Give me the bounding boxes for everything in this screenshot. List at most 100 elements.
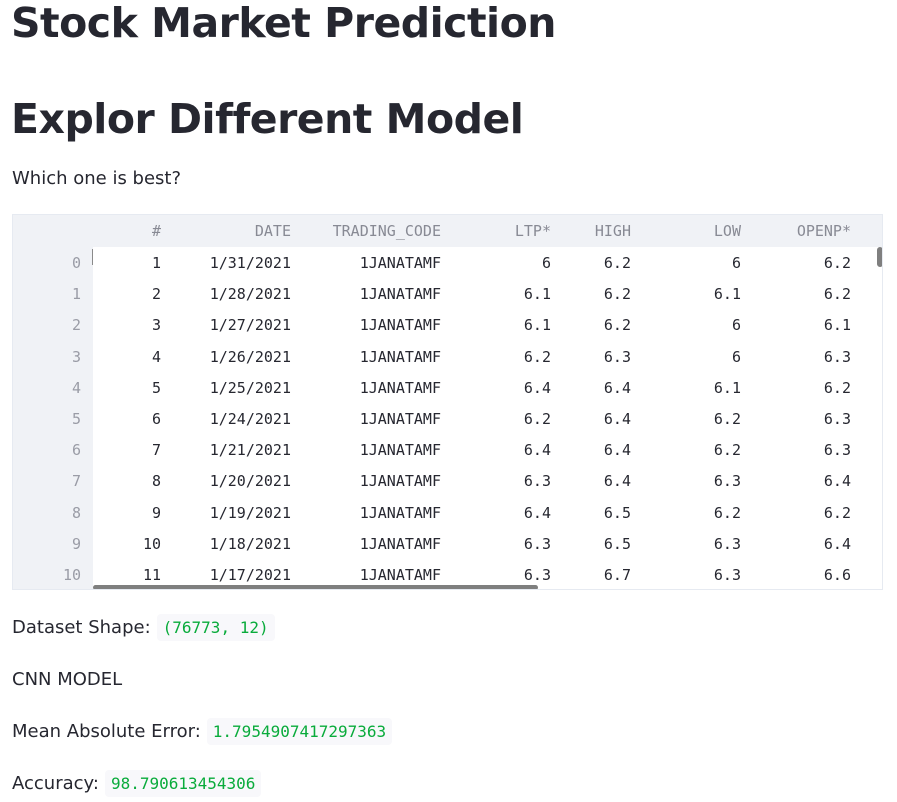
table-cell[interactable]: 9	[152, 498, 161, 529]
table-cell[interactable]: 6.1	[824, 310, 851, 341]
table-cell[interactable]: 1/19/2021	[210, 498, 291, 529]
table-header	[13, 215, 882, 247]
table-cell[interactable]: 11	[143, 560, 161, 589]
column-header[interactable]: DATE	[255, 216, 291, 247]
column-header[interactable]: LTP*	[515, 216, 551, 247]
table-cell[interactable]: 1/18/2021	[210, 529, 291, 560]
row-index: 9	[71, 534, 81, 553]
row-index: 5	[71, 410, 81, 428]
table-cell[interactable]: 6.4	[604, 404, 631, 435]
table-cell[interactable]: 1JANATAMF	[360, 435, 441, 466]
table-cell[interactable]: 6.6	[824, 560, 851, 589]
table-cell[interactable]: 4	[152, 342, 161, 373]
table-cell[interactable]: 6	[732, 342, 741, 373]
table-cell[interactable]: 6.4	[524, 498, 551, 529]
table-cell[interactable]: 6.4	[604, 373, 631, 404]
table-cell[interactable]: 6.4	[524, 373, 551, 404]
table-cell[interactable]: 6	[732, 310, 741, 341]
vertical-scrollbar[interactable]	[877, 247, 882, 267]
table-cell[interactable]: 1/31/2021	[210, 248, 291, 279]
table-cell[interactable]: 1/21/2021	[210, 435, 291, 466]
table-cell[interactable]: 6.3	[824, 435, 851, 466]
table-cell[interactable]: 1JANATAMF	[360, 560, 441, 589]
mae-line: Mean Absolute Error: 1.7954907417297363	[12, 718, 393, 745]
table-cell[interactable]: 6.3	[524, 529, 551, 560]
accuracy-line: Accuracy: 98.790613454306	[12, 770, 262, 797]
table-cell[interactable]: 6.4	[824, 529, 851, 560]
table-cell[interactable]: 1JANATAMF	[360, 529, 441, 560]
table-cell[interactable]: 6.2	[714, 404, 741, 435]
table-cell[interactable]: 6.2	[714, 435, 741, 466]
table-cell[interactable]: 1/27/2021	[210, 310, 291, 341]
table-cell[interactable]: 6.3	[824, 342, 851, 373]
table-cell[interactable]: 6.2	[604, 310, 631, 341]
table-cell[interactable]: 6.5	[604, 529, 631, 560]
table-cell[interactable]: 6.2	[524, 404, 551, 435]
table-cell[interactable]: 1JANATAMF	[360, 404, 441, 435]
row-index: 2	[71, 316, 81, 335]
table-cell[interactable]: 1JANATAMF	[360, 248, 441, 279]
dataset-shape-value: (76773, 12)	[156, 614, 275, 641]
table-cell[interactable]: 6.4	[604, 435, 631, 466]
table-cell[interactable]: 6.3	[604, 342, 631, 373]
table-cell[interactable]: 6.3	[714, 560, 741, 589]
table-cell[interactable]: 6.1	[714, 279, 741, 310]
table-cell[interactable]: 6	[152, 404, 161, 435]
table-cell[interactable]: 6	[542, 248, 551, 279]
column-header[interactable]: LOW	[714, 216, 741, 247]
section-title: Explor Different Model	[11, 95, 524, 143]
table-cell[interactable]: 6.3	[524, 560, 551, 589]
index-column	[13, 247, 93, 589]
table-cell[interactable]: 1/28/2021	[210, 279, 291, 310]
table-cell[interactable]: 6.2	[604, 248, 631, 279]
column-header[interactable]: HIGH	[595, 216, 631, 247]
table-cell[interactable]: 6.5	[604, 498, 631, 529]
table-cell[interactable]: 2	[152, 279, 161, 310]
table-cell[interactable]: 6.1	[524, 310, 551, 341]
table-cell[interactable]: 6.3	[824, 404, 851, 435]
table-cell[interactable]: 8	[152, 466, 161, 497]
table-cell[interactable]: 1/24/2021	[210, 404, 291, 435]
table-cell[interactable]: 6.7	[604, 560, 631, 589]
table-cell[interactable]: 6.2	[824, 248, 851, 279]
table-cell[interactable]: 6.2	[604, 279, 631, 310]
table-cell[interactable]: 1JANATAMF	[360, 466, 441, 497]
table-cell[interactable]: 6	[732, 248, 741, 279]
table-cell[interactable]: 1JANATAMF	[360, 279, 441, 310]
table-cell[interactable]: 1JANATAMF	[360, 498, 441, 529]
table-cell[interactable]: 6.4	[604, 466, 631, 497]
table-cell[interactable]: 7	[152, 435, 161, 466]
table-cell[interactable]: 6.1	[714, 373, 741, 404]
row-index: 7	[71, 472, 81, 491]
question-text: Which one is best?	[12, 168, 182, 189]
table-cell[interactable]: 1JANATAMF	[360, 310, 441, 341]
column-header[interactable]: OPENP*	[797, 216, 851, 247]
table-cell[interactable]: 6.2	[824, 279, 851, 310]
table-cell[interactable]: 5	[152, 373, 161, 404]
row-index: 10	[62, 566, 81, 584]
column-header[interactable]: #	[152, 216, 161, 247]
accuracy-value: 98.790613454306	[104, 770, 262, 797]
table-cell[interactable]: 6.2	[714, 498, 741, 529]
table-cell[interactable]: 6.3	[524, 466, 551, 497]
table-cell[interactable]: 1/20/2021	[210, 466, 291, 497]
dataframe-table[interactable]: # DATE TRADING_CODE LTP* HIGH LOW OPENP* 0 1 1/31…	[12, 214, 883, 590]
table-cell[interactable]: 6.2	[524, 342, 551, 373]
table-cell[interactable]: 6.3	[714, 466, 741, 497]
table-cell[interactable]: 1JANATAMF	[360, 342, 441, 373]
table-cell[interactable]: 1/17/2021	[210, 560, 291, 589]
table-cell[interactable]: 6.1	[524, 279, 551, 310]
mae-label: Mean Absolute Error:	[12, 721, 201, 742]
table-cell[interactable]: 3	[152, 310, 161, 341]
table-cell[interactable]: 6.2	[824, 498, 851, 529]
table-cell[interactable]: 1/26/2021	[210, 342, 291, 373]
table-cell[interactable]: 1JANATAMF	[360, 373, 441, 404]
table-cell[interactable]: 10	[143, 529, 161, 560]
table-cell[interactable]: 6.4	[824, 466, 851, 497]
table-cell[interactable]: 6.4	[524, 435, 551, 466]
table-cell[interactable]: 6.2	[824, 373, 851, 404]
table-cell[interactable]: 6.3	[714, 529, 741, 560]
table-cell[interactable]: 1/25/2021	[210, 373, 291, 404]
column-header[interactable]: TRADING_CODE	[333, 216, 441, 247]
table-cell[interactable]: 1	[152, 248, 161, 279]
